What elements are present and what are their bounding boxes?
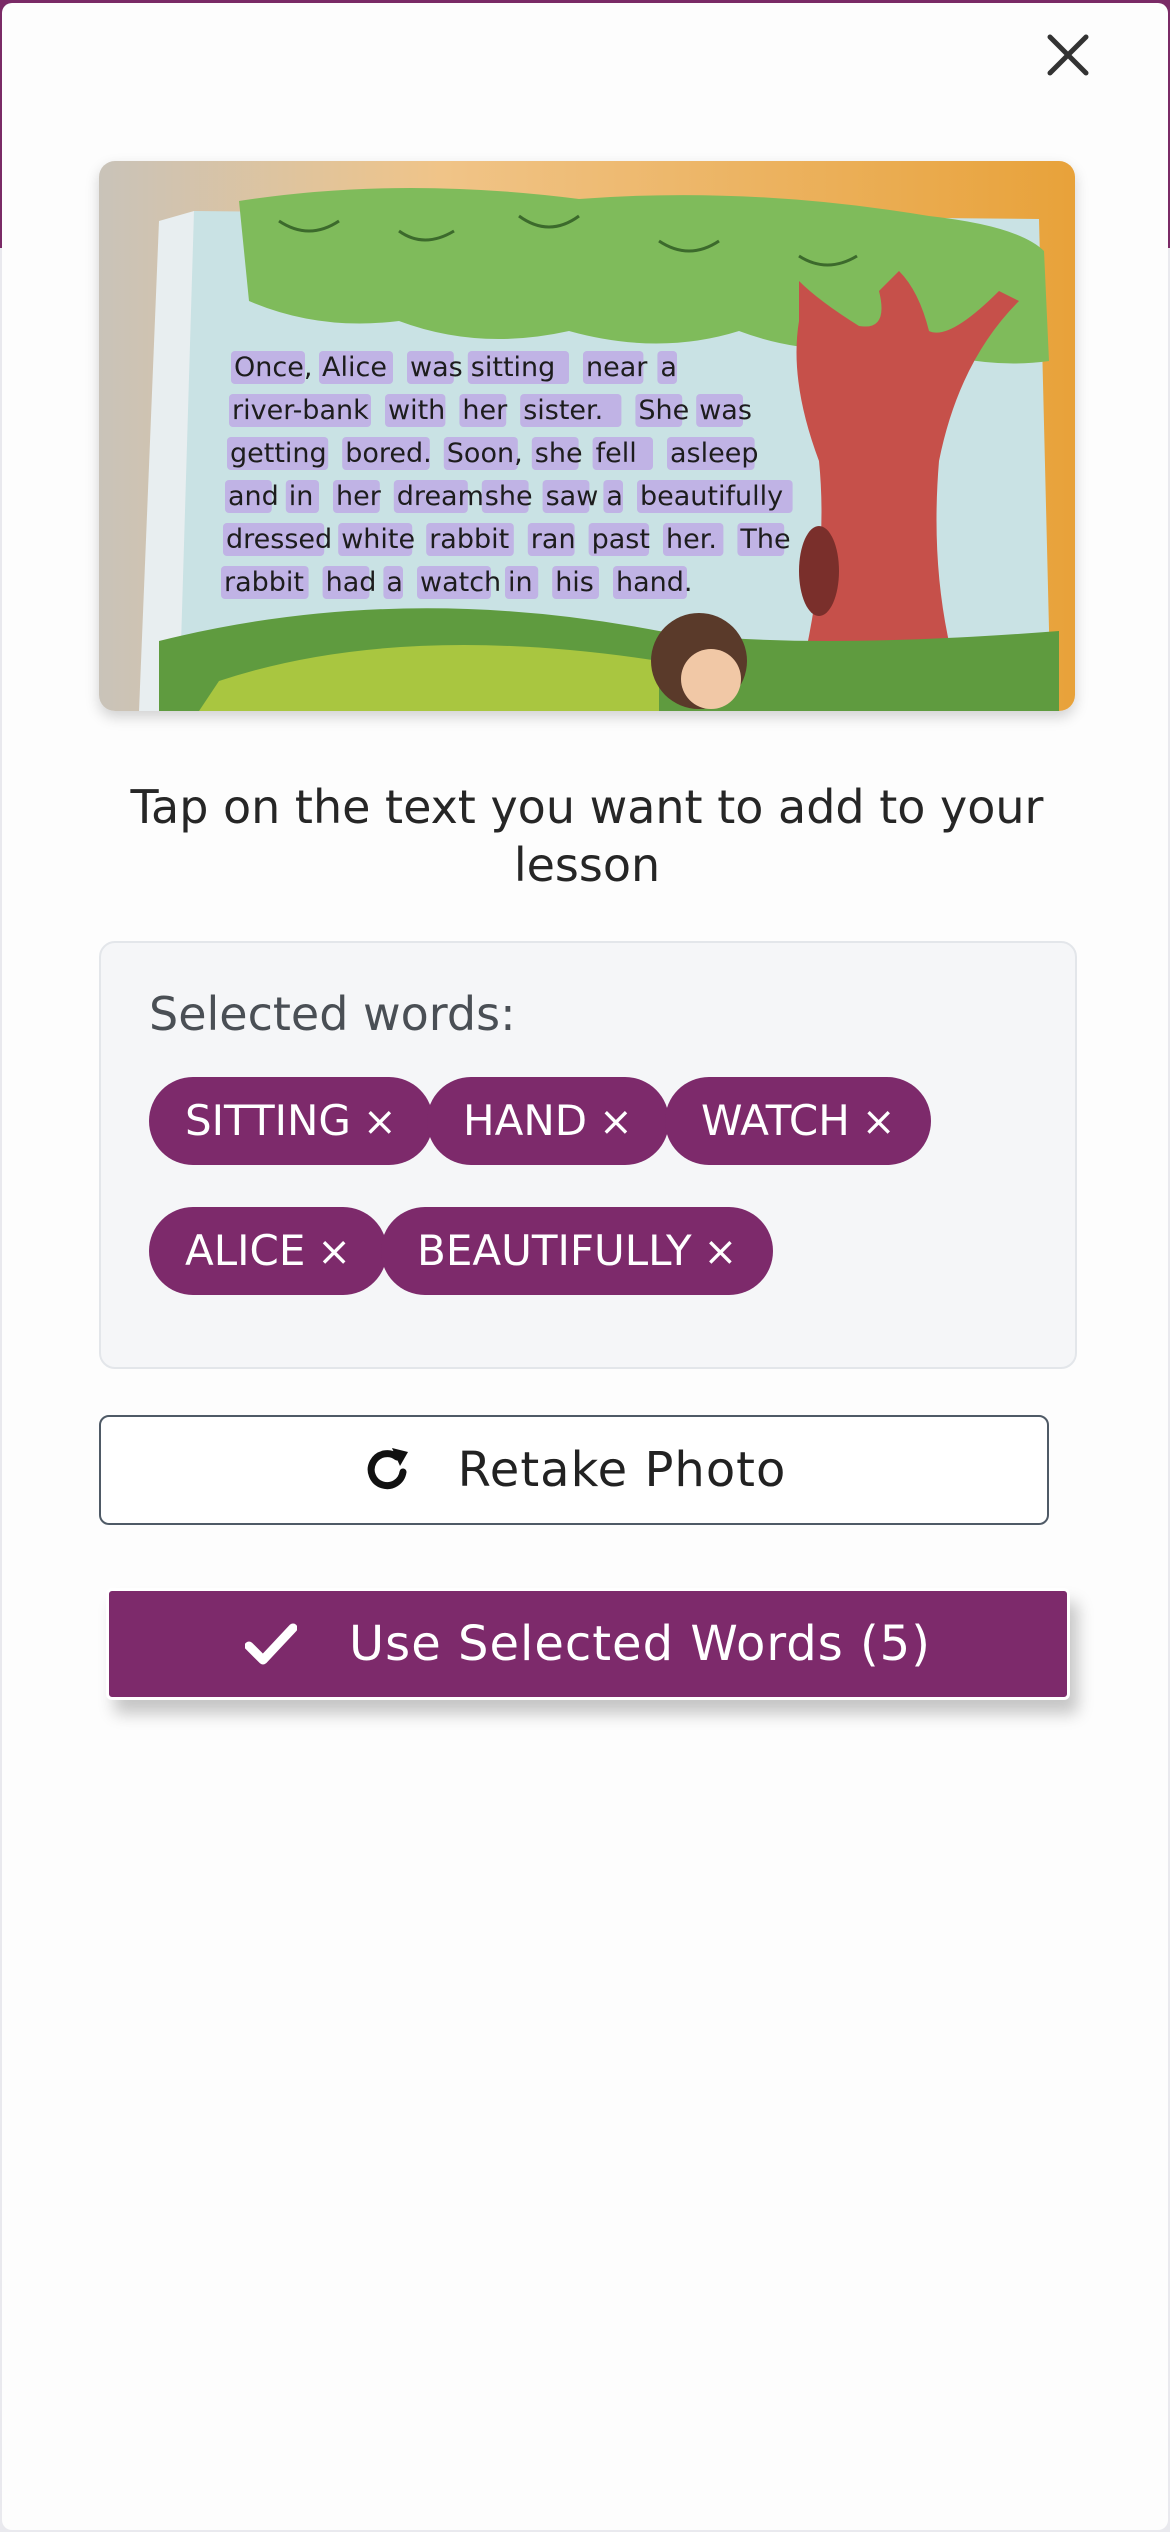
page-word: her.: [666, 524, 717, 555]
page-word: and: [228, 481, 279, 512]
page-word: white: [341, 524, 415, 555]
page-word: she: [485, 481, 533, 512]
page-word: near: [586, 352, 648, 383]
close-button[interactable]: [1038, 25, 1098, 85]
page-word: sister.: [523, 395, 603, 426]
page-word: getting: [230, 438, 327, 469]
close-icon: [1047, 34, 1089, 76]
page-word: river-bank: [232, 395, 369, 426]
page-word: saw: [546, 481, 599, 512]
page-word: dressed: [226, 524, 332, 555]
page-word: beautifully: [640, 481, 783, 512]
page-word: dream: [397, 481, 484, 512]
chip-word: HAND: [463, 1096, 588, 1145]
remove-word-icon[interactable]: ×: [317, 1229, 351, 1275]
instruction-text: Tap on the text you want to add to your …: [130, 780, 1044, 892]
page-word: in: [289, 481, 314, 512]
page-word: in: [508, 567, 533, 598]
page-word: ran: [531, 524, 576, 555]
selected-word-chip[interactable]: SITTING ×: [149, 1077, 433, 1165]
check-icon: [245, 1623, 298, 1665]
page-word: asleep: [670, 438, 758, 469]
page-word: she: [535, 438, 583, 469]
page-word: was: [410, 352, 463, 383]
word-capture-modal: Once, Alice was sitting near a river-bank with h…: [2, 3, 1168, 2530]
page-word: his: [555, 567, 594, 598]
redo-icon: [367, 1448, 408, 1490]
selected-words-label: Selected words:: [149, 987, 516, 1041]
page-word: her: [462, 395, 508, 426]
chip-word: WATCH: [701, 1096, 850, 1145]
selected-word-chip[interactable]: ALICE ×: [149, 1207, 387, 1295]
remove-word-icon[interactable]: ×: [862, 1099, 896, 1145]
chip-word: ALICE: [185, 1226, 306, 1275]
page-word: had: [326, 567, 377, 598]
chip-word: SITTING: [185, 1096, 351, 1145]
page-word: fell: [596, 438, 637, 469]
page-word: a: [386, 567, 403, 598]
page-word: rabbit: [224, 567, 304, 598]
page-word: a: [660, 352, 677, 383]
page-word: hand.: [616, 567, 693, 598]
page-word: Alice: [322, 352, 387, 383]
remove-word-icon[interactable]: ×: [704, 1229, 738, 1275]
page-word: past: [592, 524, 650, 555]
page-word: rabbit: [429, 524, 509, 555]
page-word: sitting: [471, 352, 556, 383]
selected-word-chip[interactable]: WATCH ×: [665, 1077, 932, 1165]
page-word: a: [606, 481, 623, 512]
selected-words-panel: Selected words: SITTING × HAND × WATCH × AL…: [99, 941, 1077, 1369]
page-word: The: [739, 524, 790, 555]
selected-word-chip[interactable]: HAND ×: [427, 1077, 669, 1165]
remove-word-icon[interactable]: ×: [599, 1099, 633, 1145]
page-word: was: [699, 395, 752, 426]
use-selected-words-button[interactable]: Use Selected Words (5): [106, 1588, 1070, 1700]
retake-photo-label: Retake Photo: [457, 1442, 787, 1498]
page-word: her: [336, 481, 382, 512]
page-word: She: [638, 395, 689, 426]
selected-word-chip[interactable]: BEAUTIFULLY ×: [381, 1207, 774, 1295]
use-selected-words-label: Use Selected Words (5): [349, 1616, 931, 1672]
retake-photo-button[interactable]: Retake Photo: [99, 1415, 1049, 1525]
remove-word-icon[interactable]: ×: [363, 1099, 397, 1145]
page-word: bored.: [345, 438, 432, 469]
page-word: with: [388, 395, 445, 426]
chip-word: BEAUTIFULLY: [417, 1226, 692, 1275]
page-word: watch: [420, 567, 501, 598]
page-word: Once,: [234, 352, 312, 383]
page-word: Soon,: [447, 438, 523, 469]
captured-photo: Once, Alice was sitting near a river-bank with h…: [99, 161, 1075, 711]
